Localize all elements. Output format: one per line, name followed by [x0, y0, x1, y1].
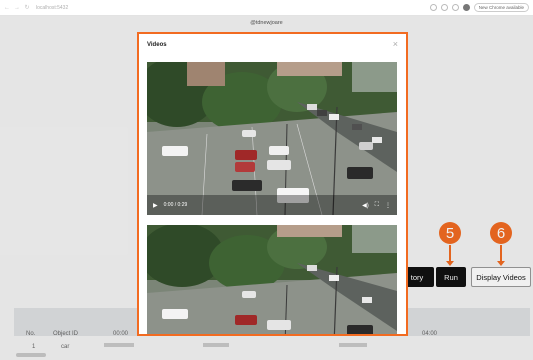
browser-toolbar: ← → ↻ localhost:5432 New Chrome availabl…	[0, 0, 533, 16]
video-controls: ▶ 0:00 / 0:29 ◀) ⛶ ⋮	[147, 195, 397, 215]
fullscreen-icon[interactable]: ⛶	[375, 202, 379, 209]
forward-icon[interactable]: →	[14, 5, 20, 11]
chrome-update-button[interactable]: New Chrome available	[473, 3, 529, 12]
reload-icon[interactable]: ↻	[24, 4, 30, 11]
back-icon[interactable]: ←	[4, 5, 10, 11]
close-icon[interactable]: ×	[393, 39, 398, 49]
parking-lot-video-frame	[147, 62, 397, 215]
sidepanel-icon[interactable]	[451, 4, 459, 11]
more-options-icon[interactable]: ⋮	[385, 202, 391, 209]
profile-avatar[interactable]	[462, 4, 470, 11]
parking-lot-video-frame	[147, 225, 397, 334]
video-time: 0:00 / 0:29	[163, 202, 188, 208]
play-icon[interactable]: ▶	[153, 202, 158, 209]
extensions-icon[interactable]	[440, 4, 448, 11]
video-player[interactable]: ▶ 0:00 / 0:29 ◀) ⛶ ⋮	[147, 62, 397, 215]
bookmark-icon[interactable]	[429, 4, 437, 11]
video-player[interactable]	[147, 225, 397, 334]
volume-icon[interactable]: ◀)	[362, 202, 369, 209]
videos-modal: Videos × ▶ 0:00 / 0:29 ◀) ⛶ ⋮	[137, 32, 408, 336]
address-bar[interactable]: localhost:5432	[36, 5, 68, 11]
modal-title: Videos	[147, 42, 167, 48]
